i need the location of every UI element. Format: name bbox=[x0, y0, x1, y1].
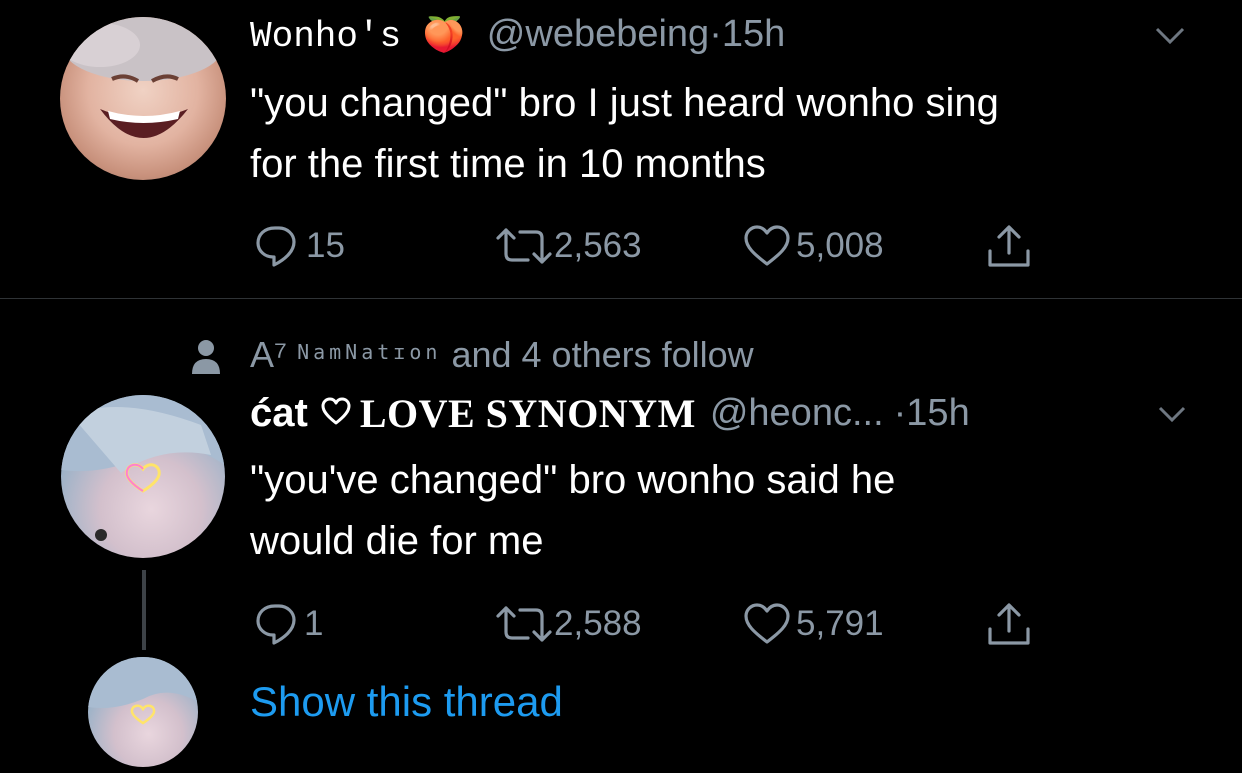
heart-outline-icon bbox=[320, 391, 352, 436]
social-context-suffix: and 4 others follow bbox=[451, 334, 754, 375]
retweet-count: 2,588 bbox=[554, 604, 642, 643]
reply-count: 1 bbox=[304, 604, 324, 643]
tweet1-time[interactable]: 15h bbox=[722, 13, 785, 55]
tweet1-handle[interactable]: @webebeing bbox=[487, 13, 709, 55]
show-thread-link[interactable]: Show this thread bbox=[250, 678, 563, 726]
tweet-divider bbox=[0, 298, 1242, 299]
social-context[interactable]: A⁷ NamNatɪon and 4 others follow bbox=[250, 334, 754, 376]
heart-icon bbox=[742, 224, 792, 268]
tweet1-avatar[interactable] bbox=[60, 17, 226, 180]
like-count: 5,008 bbox=[796, 226, 884, 265]
tweet2-time[interactable]: 15h bbox=[906, 392, 969, 435]
tweet1-display-name[interactable]: Wonho's bbox=[250, 16, 401, 57]
retweet-icon bbox=[494, 224, 554, 268]
thread-avatar[interactable] bbox=[88, 657, 198, 767]
tweet2-header: ćat LOVE SYNONYM @heonc... · 15h bbox=[250, 390, 970, 437]
tweet1-text-line2: for the first time in 10 months bbox=[250, 142, 766, 186]
avatar-photo-3 bbox=[88, 657, 198, 725]
avatar-photo-2 bbox=[61, 395, 225, 541]
display-name-part1: ćat bbox=[250, 391, 308, 435]
tweet1-share-button[interactable] bbox=[986, 223, 1032, 271]
tweet2-display-name[interactable]: ćat LOVE SYNONYM bbox=[250, 390, 696, 437]
display-name-part2: LOVE SYNONYM bbox=[359, 391, 696, 436]
heart-icon bbox=[742, 602, 792, 646]
share-icon bbox=[986, 601, 1032, 649]
tweet2-text-line1: "you've changed" bro wonho said he bbox=[250, 458, 896, 502]
tweet2-reply-button[interactable]: 1 bbox=[254, 602, 323, 646]
tweet2-share-button[interactable] bbox=[986, 601, 1032, 649]
peach-emoji-icon: 🍑 bbox=[422, 15, 466, 55]
reply-count: 15 bbox=[306, 226, 345, 265]
tweet2-handle[interactable]: @heonc... bbox=[710, 392, 884, 435]
reply-icon bbox=[254, 224, 300, 268]
tweet1-like-button[interactable]: 5,008 bbox=[742, 224, 884, 268]
tweet2-avatar[interactable] bbox=[61, 395, 225, 558]
social-context-prefix: A⁷ bbox=[250, 334, 288, 375]
tweet2-chevron-down-icon[interactable] bbox=[1158, 405, 1186, 428]
person-icon bbox=[190, 338, 222, 381]
tweet2-retweet-button[interactable]: 2,588 bbox=[494, 602, 642, 646]
share-icon bbox=[986, 223, 1032, 271]
avatar-photo-1 bbox=[60, 17, 223, 138]
retweet-icon bbox=[494, 602, 554, 646]
like-count: 5,791 bbox=[796, 604, 884, 643]
reply-icon bbox=[254, 602, 300, 646]
tweet1-chevron-down-icon[interactable] bbox=[1155, 26, 1185, 51]
tweet1-reply-button[interactable]: 15 bbox=[254, 224, 345, 268]
thread-connector-line bbox=[142, 570, 146, 650]
tweet2-text: "you've changed" bro wonho said he would… bbox=[250, 450, 895, 572]
tweet1-text: "you changed" bro I just heard wonho sin… bbox=[250, 73, 999, 195]
tweet1-retweet-button[interactable]: 2,563 bbox=[494, 224, 642, 268]
tweet1-header: Wonho's 🍑 @webebeing·15h bbox=[250, 13, 785, 57]
tweet1-text-line1: "you changed" bro I just heard wonho sin… bbox=[250, 81, 999, 125]
social-context-stylized-name: NamNatɪon bbox=[297, 340, 442, 364]
tweet2-text-line2: would die for me bbox=[250, 519, 544, 563]
tweet2-like-button[interactable]: 5,791 bbox=[742, 602, 884, 646]
meta-separator: · bbox=[709, 13, 722, 55]
meta-separator: · bbox=[893, 392, 907, 434]
retweet-count: 2,563 bbox=[554, 226, 642, 265]
